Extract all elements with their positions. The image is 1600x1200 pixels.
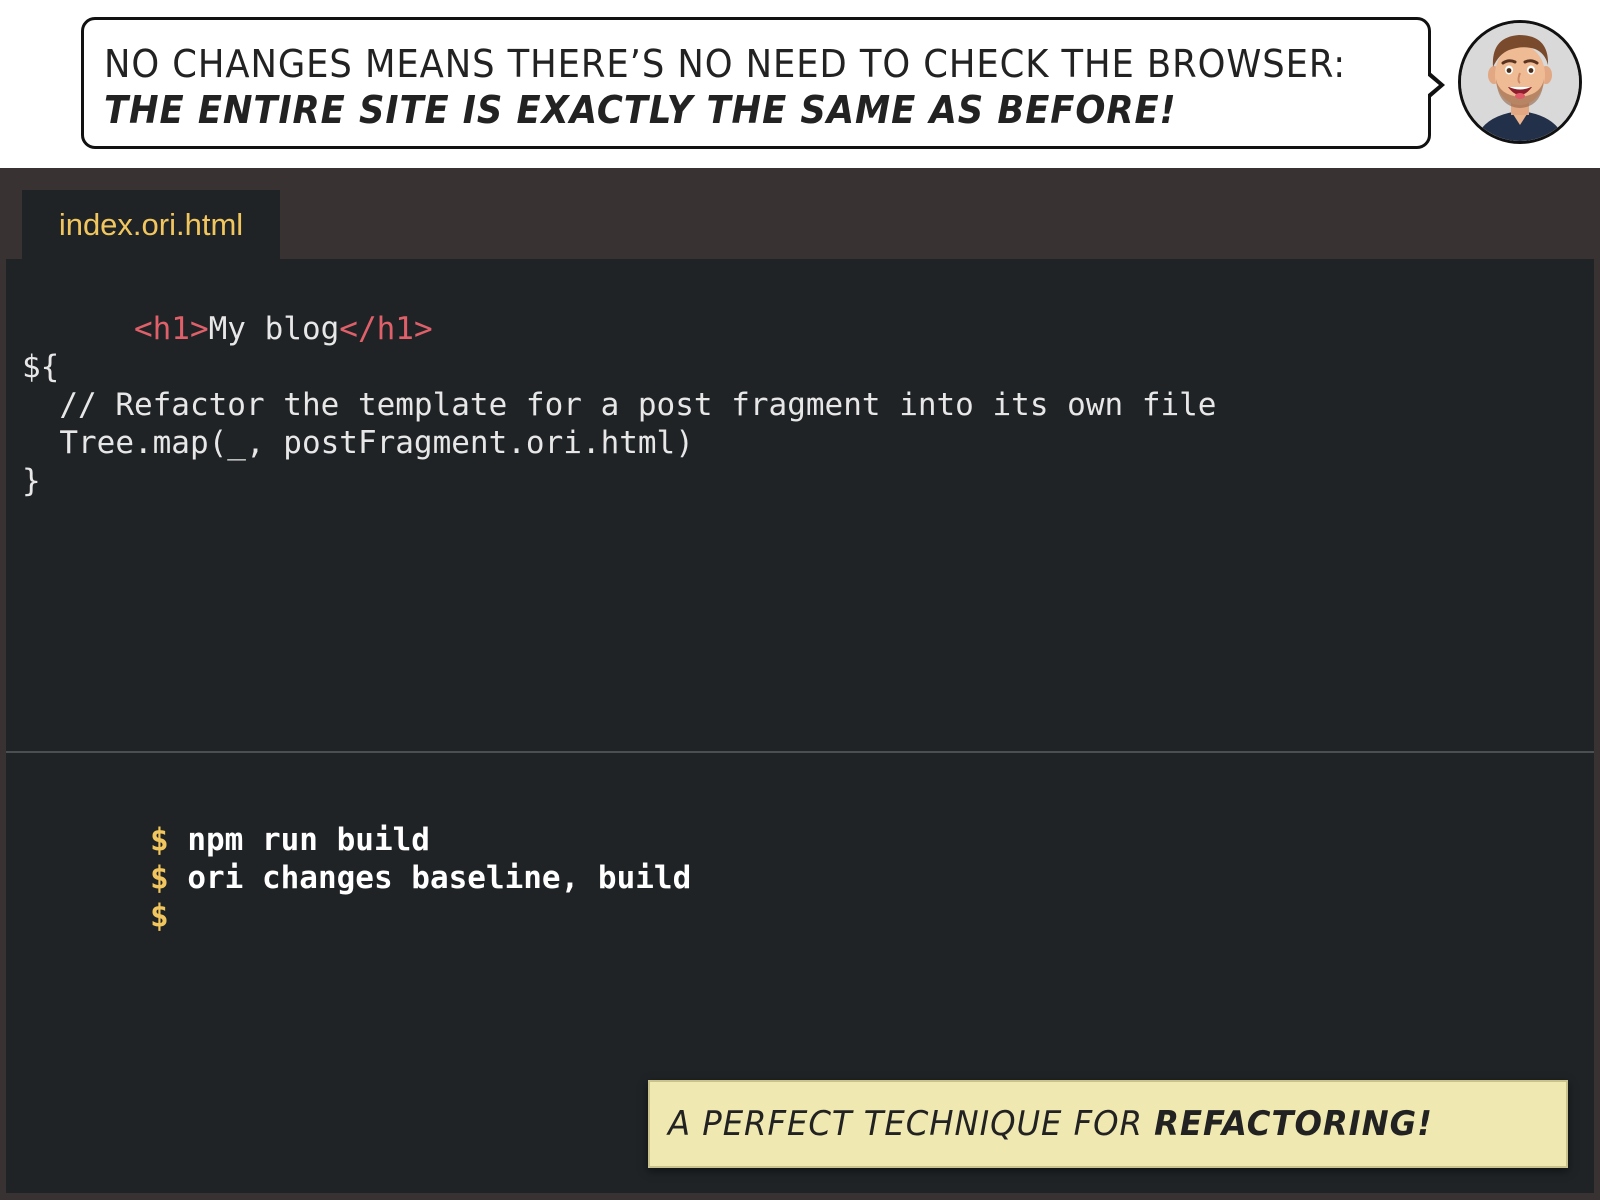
code-editor[interactable]: <h1>My blog</h1> ${ // Refactor the temp… [6, 259, 1594, 751]
caption-prefix: A perfect technique for [668, 1104, 1155, 1144]
code-line-6: } [22, 463, 41, 499]
code-line-3: ${ [22, 349, 60, 385]
speech-bubble-line-2: The entire site is exactly the same as b… [104, 88, 1177, 132]
comic-header: No changes means there’s no need to chec… [0, 0, 1600, 168]
speech-bubble-line-1: No changes means there’s no need to chec… [104, 42, 1347, 86]
code-line-1: <h1>My blog</h1> [22, 272, 433, 347]
code-heading-text: My blog [208, 311, 340, 347]
terminal-line: $ ori changes baseline, build [38, 821, 691, 896]
tab-index-ori-html[interactable]: index.ori.html [22, 190, 280, 260]
smiling-man-avatar-icon [1458, 20, 1582, 144]
caption-emphasis: refactoring! [1154, 1104, 1433, 1144]
caption-text: A perfect technique for refactoring! [668, 1104, 1433, 1144]
terminal-line: $ npm run build [38, 783, 430, 858]
terminal-line: $ [38, 859, 187, 934]
code-close-tag: </h1> [339, 311, 433, 347]
code-line-5: Tree.map(_, postFragment.ori.html) [22, 425, 694, 461]
editor-window: index.ori.html <h1>My blog</h1> ${ // Re… [0, 168, 1600, 1200]
speech-bubble-tail-fill [1427, 75, 1439, 95]
speech-bubble: No changes means there’s no need to chec… [81, 17, 1431, 149]
code-open-tag: <h1> [133, 311, 209, 347]
terminal-command: ori changes baseline, build [187, 860, 692, 896]
code-line-4: // Refactor the template for a post frag… [22, 387, 1217, 423]
caption-box: A perfect technique for refactoring! [648, 1080, 1568, 1168]
avatar-illustration [1461, 23, 1579, 141]
terminal-prompt: $ [149, 898, 169, 934]
